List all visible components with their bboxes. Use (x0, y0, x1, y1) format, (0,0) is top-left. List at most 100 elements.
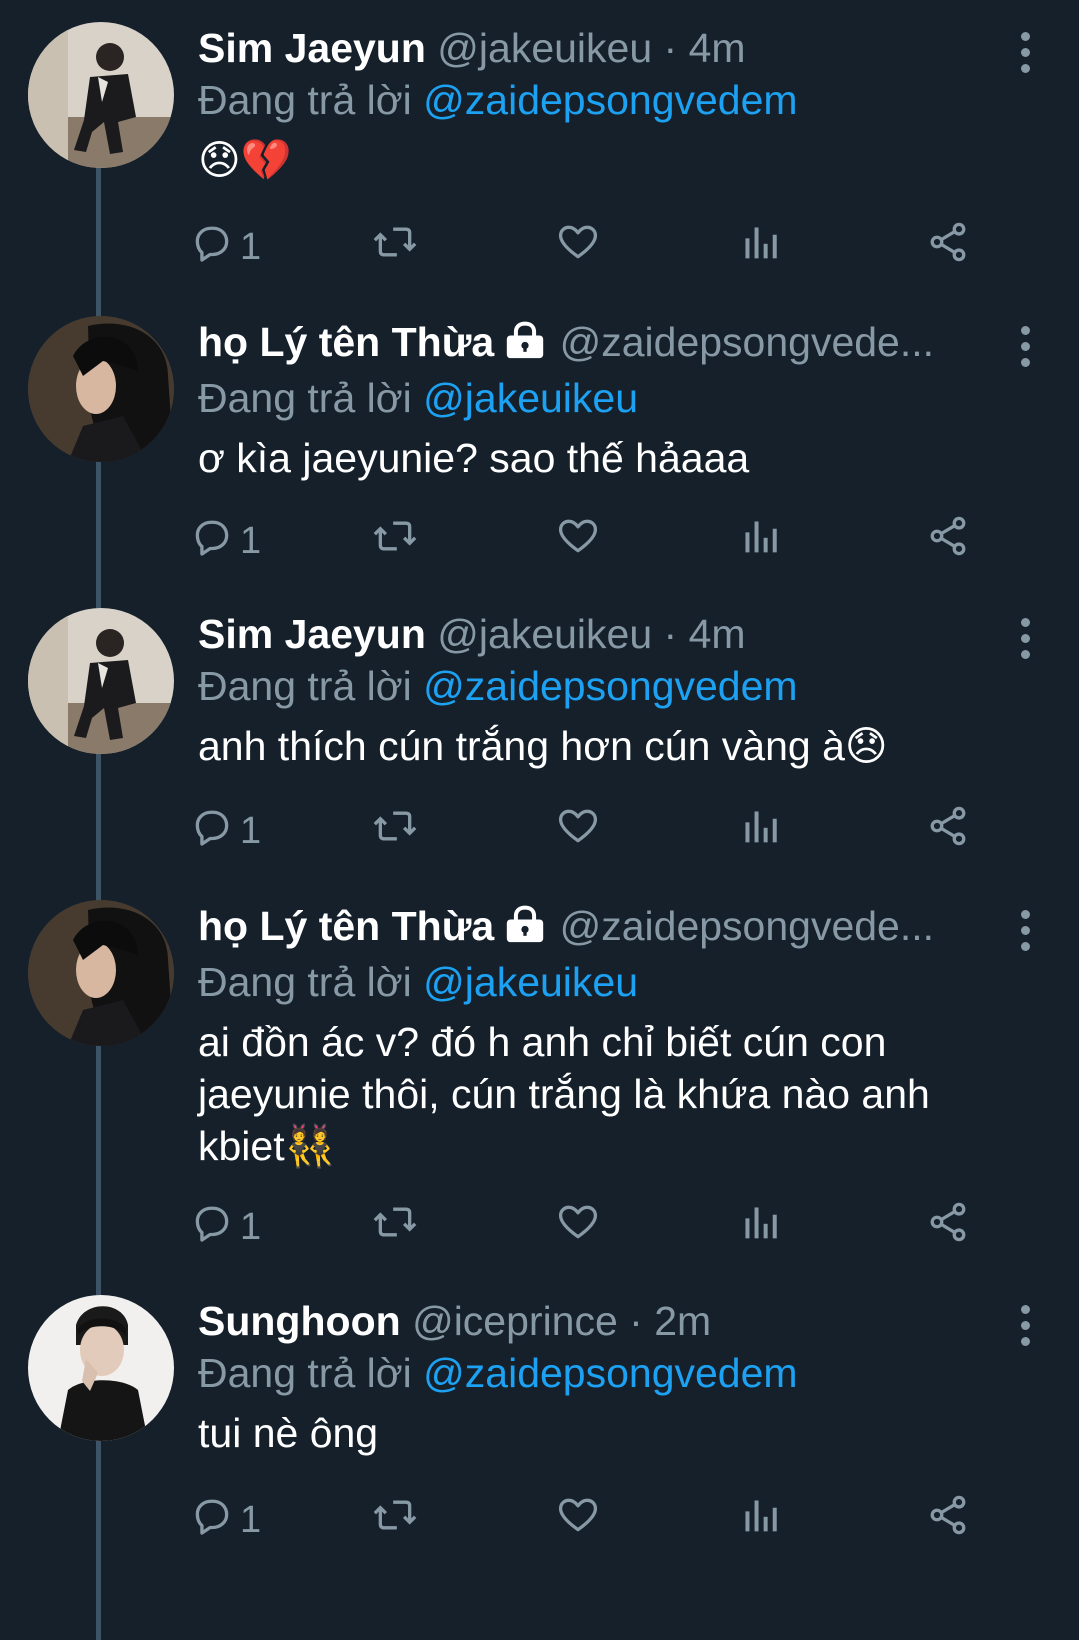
tweet-actions: 1 (195, 222, 1018, 272)
share-button[interactable] (926, 1202, 970, 1252)
tweet-actions: 1 (195, 1202, 1018, 1252)
mention-link[interactable]: @jakeuikeu (423, 959, 638, 1005)
reply-button[interactable]: 1 (190, 806, 261, 856)
reply-button[interactable]: 1 (190, 1202, 261, 1252)
mention-link[interactable]: @zaidepsongvedem (423, 1350, 797, 1396)
lock-icon (502, 320, 548, 372)
display-name[interactable]: Sunghoon (198, 1298, 401, 1344)
retweet-button[interactable] (370, 516, 420, 566)
share-icon (926, 1493, 970, 1547)
user-handle[interactable]: @zaidepsongvede... (560, 319, 934, 365)
like-button[interactable] (556, 516, 600, 566)
analytics-button[interactable] (740, 806, 780, 856)
reply-icon (190, 804, 234, 858)
tweet-text: ơ kìa jaeyunie? sao thế hảaaa (198, 435, 750, 481)
avatar[interactable] (28, 900, 174, 1046)
analytics-icon (740, 1200, 780, 1254)
like-button[interactable] (556, 222, 600, 272)
reply-button[interactable]: 1 (190, 222, 261, 272)
avatar[interactable] (28, 316, 174, 462)
analytics-button[interactable] (740, 1495, 780, 1545)
analytics-button[interactable] (740, 516, 780, 566)
reply-icon (190, 220, 234, 274)
tweet-actions: 1 (195, 806, 1018, 856)
replying-to-label: Đang trả lời (198, 375, 412, 421)
tweet-actions: 1 (195, 1495, 1018, 1545)
analytics-icon (740, 514, 780, 568)
tweet-text: 😞💔 (198, 137, 292, 183)
share-icon (926, 514, 970, 568)
user-handle[interactable]: @jakeuikeu · 4m (437, 611, 745, 657)
analytics-button[interactable] (740, 222, 780, 272)
share-icon (926, 804, 970, 858)
analytics-icon (740, 1493, 780, 1547)
avatar[interactable] (28, 1295, 174, 1441)
share-button[interactable] (926, 1495, 970, 1545)
display-name[interactable]: họ Lý tên Thừa (198, 903, 494, 949)
user-handle[interactable]: @iceprince · 2m (412, 1298, 711, 1344)
analytics-icon (740, 220, 780, 274)
mention-link[interactable]: @jakeuikeu (423, 375, 638, 421)
display-name[interactable]: Sim Jaeyun (198, 611, 426, 657)
heart-icon (556, 514, 600, 568)
reply-icon (190, 514, 234, 568)
display-name[interactable]: Sim Jaeyun (198, 25, 426, 71)
share-button[interactable] (926, 222, 970, 272)
replying-to: Đang trả lời @jakeuikeu (198, 956, 1039, 1008)
retweet-icon (370, 804, 420, 858)
more-icon[interactable] (1019, 32, 1031, 80)
analytics-icon (740, 804, 780, 858)
replying-to: Đang trả lời @jakeuikeu (198, 372, 1039, 424)
more-icon[interactable] (1019, 910, 1031, 958)
retweet-icon (370, 514, 420, 568)
tweet-body: họ Lý tên Thừa @zaidepsongvede... Đang tr… (198, 900, 1039, 1172)
like-button[interactable] (556, 1202, 600, 1252)
reply-count: 1 (240, 1498, 262, 1541)
retweet-icon (370, 220, 420, 274)
retweet-icon (370, 1493, 420, 1547)
mention-link[interactable]: @zaidepsongvedem (423, 77, 797, 123)
retweet-icon (370, 1200, 420, 1254)
reply-icon (190, 1493, 234, 1547)
tweet-text: anh thích cún trắng hơn cún vàng à😞 (198, 723, 888, 769)
tweet-body: Sunghoon @iceprince · 2m Đang trả lời @za… (198, 1295, 1039, 1459)
heart-icon (556, 1493, 600, 1547)
share-button[interactable] (926, 516, 970, 566)
reply-button[interactable]: 1 (190, 1495, 261, 1545)
avatar[interactable] (28, 608, 174, 754)
retweet-button[interactable] (370, 1495, 420, 1545)
replying-to: Đang trả lời @zaidepsongvedem (198, 1347, 1039, 1399)
more-icon[interactable] (1019, 326, 1031, 374)
tweet-header: Sim Jaeyun @jakeuikeu · 4m (198, 22, 968, 74)
tweet-header: họ Lý tên Thừa @zaidepsongvede... (198, 316, 968, 372)
more-icon[interactable] (1019, 618, 1031, 666)
share-icon (926, 220, 970, 274)
retweet-button[interactable] (370, 222, 420, 272)
tweet-actions: 1 (195, 516, 1018, 566)
replying-to: Đang trả lời @zaidepsongvedem (198, 660, 1039, 712)
more-icon[interactable] (1019, 1305, 1031, 1353)
replying-to-label: Đang trả lời (198, 959, 412, 1005)
reply-button[interactable]: 1 (190, 516, 261, 566)
reply-count: 1 (240, 519, 262, 562)
user-handle[interactable]: @zaidepsongvede... (560, 903, 934, 949)
like-button[interactable] (556, 1495, 600, 1545)
mention-link[interactable]: @zaidepsongvedem (423, 663, 797, 709)
replying-to-label: Đang trả lời (198, 1350, 412, 1396)
retweet-button[interactable] (370, 1202, 420, 1252)
tweet-header: Sim Jaeyun @jakeuikeu · 4m (198, 608, 968, 660)
user-handle[interactable]: @jakeuikeu · 4m (437, 25, 745, 71)
tweet-header: Sunghoon @iceprince · 2m (198, 1295, 968, 1347)
reply-count: 1 (240, 225, 262, 268)
tweet-body: Sim Jaeyun @jakeuikeu · 4m Đang trả lời @… (198, 22, 1039, 186)
reply-count: 1 (240, 809, 262, 852)
share-button[interactable] (926, 806, 970, 856)
like-button[interactable] (556, 806, 600, 856)
reply-icon (190, 1200, 234, 1254)
reply-count: 1 (240, 1205, 262, 1248)
display-name[interactable]: họ Lý tên Thừa (198, 319, 494, 365)
retweet-button[interactable] (370, 806, 420, 856)
analytics-button[interactable] (740, 1202, 780, 1252)
avatar[interactable] (28, 22, 174, 168)
replying-to-label: Đang trả lời (198, 77, 412, 123)
